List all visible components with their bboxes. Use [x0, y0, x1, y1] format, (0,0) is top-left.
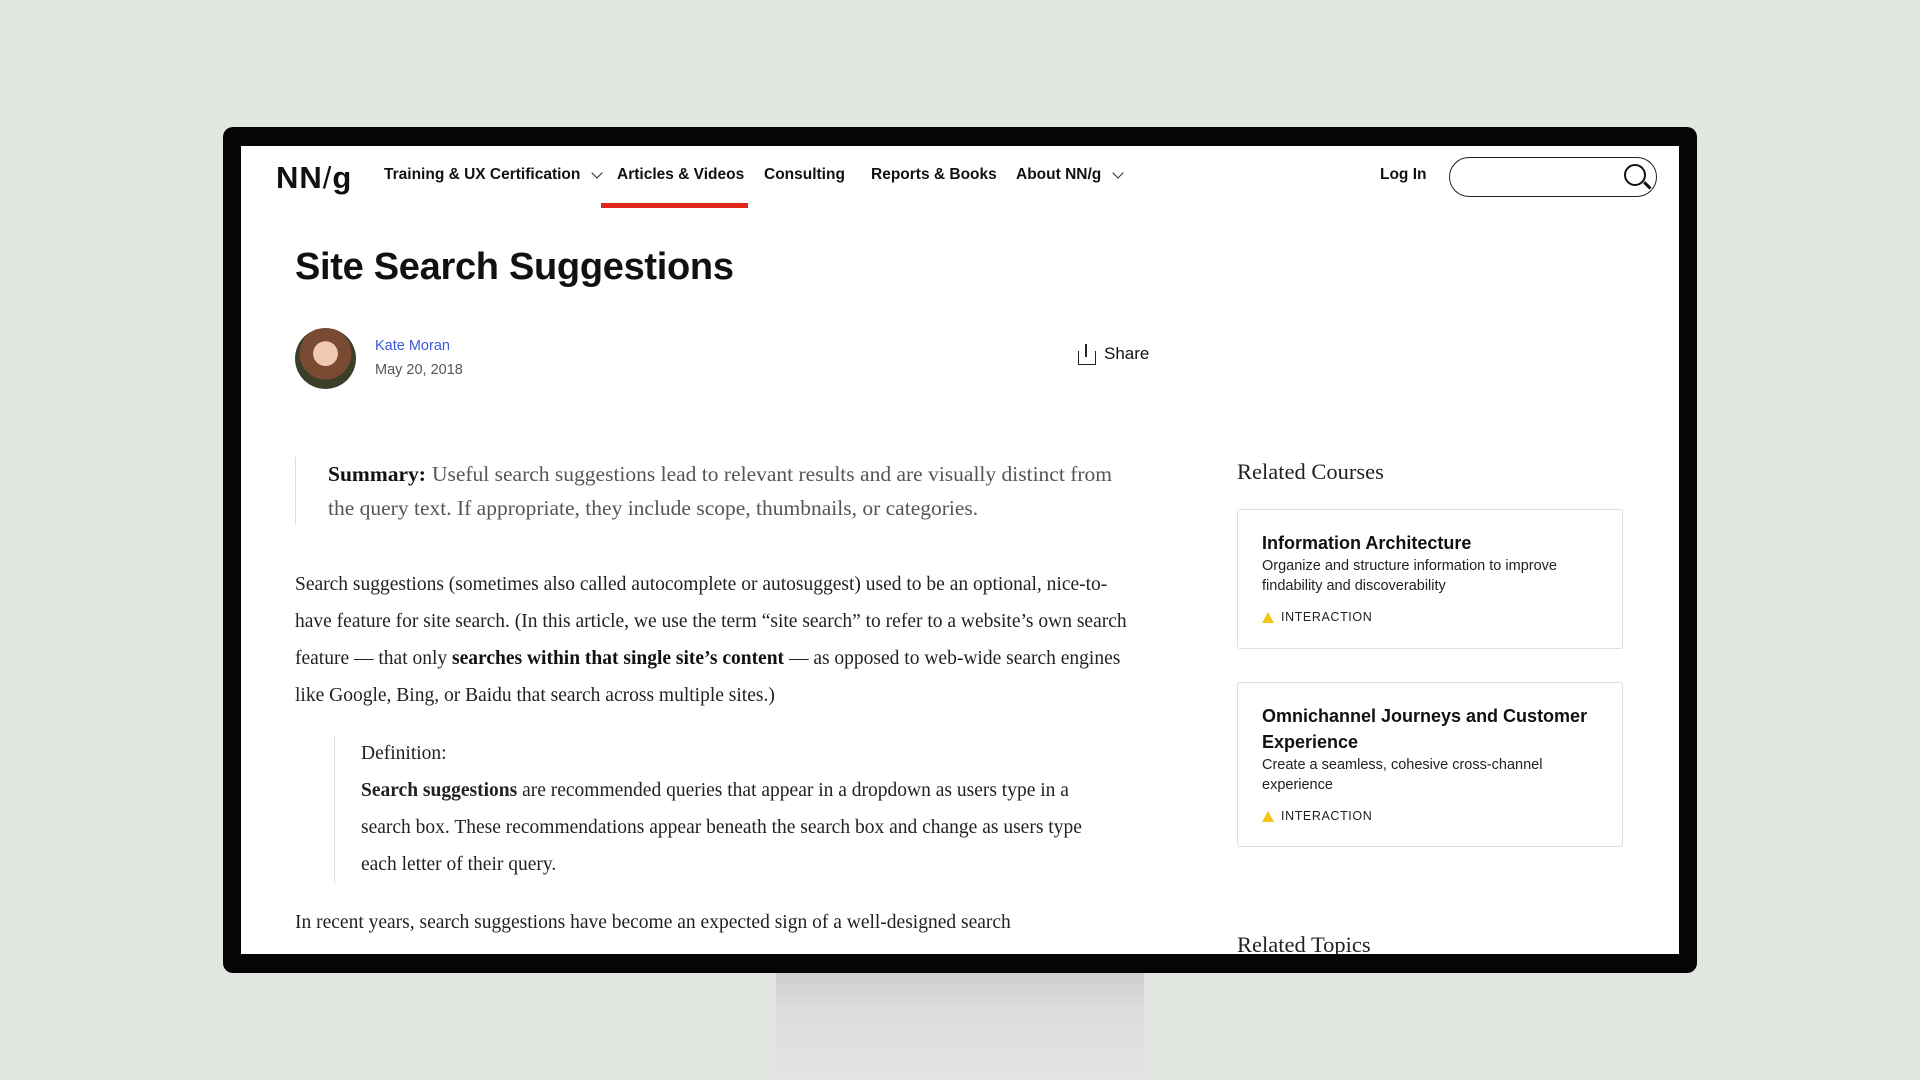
- nav-label: Articles & Videos: [617, 166, 745, 183]
- share-icon: [1078, 344, 1096, 365]
- browser-screen: NN/g Training & UX Certification Article…: [241, 146, 1679, 954]
- triangle-icon: [1262, 611, 1274, 623]
- article-paragraph: In recent years, search suggestions have…: [295, 912, 1011, 933]
- course-description: Create a seamless, cohesive cross-channe…: [1262, 757, 1543, 793]
- course-card[interactable]: Information Architecture Organize and st…: [1237, 509, 1623, 649]
- login-link[interactable]: Log In: [1380, 166, 1427, 184]
- chevron-down-icon: [591, 166, 604, 179]
- bold-text: searches within that single site’s conte…: [452, 648, 785, 669]
- nav-label: Reports & Books: [871, 166, 997, 183]
- share-button[interactable]: Share: [1078, 344, 1150, 365]
- nav-about[interactable]: About NN/g: [1016, 166, 1124, 184]
- nav-label: Consulting: [764, 166, 845, 183]
- share-label: Share: [1104, 344, 1150, 363]
- nav-reports-books[interactable]: Reports & Books: [871, 166, 997, 184]
- author-link[interactable]: Kate Moran: [375, 338, 450, 354]
- author-avatar: [295, 328, 356, 389]
- definition-text: Search suggestions are recommended queri…: [361, 772, 1114, 883]
- definition-block: Definition: Search suggestions are recom…: [334, 735, 1114, 883]
- course-title[interactable]: Information Architecture: [1262, 530, 1598, 556]
- nav-label: Training & UX Certification: [384, 166, 581, 183]
- publish-date: May 20, 2018: [375, 362, 463, 378]
- summary-text: Useful search suggestions lead to releva…: [328, 462, 1112, 520]
- nav-label: About NN/g: [1016, 166, 1102, 183]
- article-summary: Summary: Useful search suggestions lead t…: [295, 457, 1125, 525]
- course-tag: INTERACTION: [1262, 610, 1598, 624]
- logo-text-g: g: [332, 160, 353, 195]
- article-paragraph: Search suggestions (sometimes also calle…: [295, 566, 1135, 714]
- nav-training[interactable]: Training & UX Certification: [384, 166, 604, 184]
- summary-label: Summary:: [328, 462, 426, 486]
- page-title: Site Search Suggestions: [295, 246, 734, 288]
- nav-articles-videos[interactable]: Articles & Videos: [617, 166, 744, 184]
- logo-slash: /: [322, 160, 333, 195]
- tag-label: INTERACTION: [1281, 610, 1373, 624]
- search-icon[interactable]: [1624, 164, 1646, 186]
- course-title[interactable]: Omnichannel Journeys and Customer Experi…: [1262, 703, 1598, 755]
- related-courses-heading: Related Courses: [1237, 459, 1384, 484]
- logo-text: NN: [276, 160, 323, 195]
- nng-logo[interactable]: NN/g: [276, 160, 352, 196]
- search-input[interactable]: [1449, 157, 1657, 197]
- nav-consulting[interactable]: Consulting: [764, 166, 845, 184]
- related-topics-heading: Related Topics: [1237, 932, 1371, 954]
- chevron-down-icon: [1112, 166, 1124, 179]
- definition-label: Definition:: [361, 743, 447, 764]
- tag-label: INTERACTION: [1281, 809, 1373, 823]
- course-description: Organize and structure information to im…: [1262, 558, 1557, 594]
- course-card[interactable]: Omnichannel Journeys and Customer Experi…: [1237, 682, 1623, 847]
- course-tag: INTERACTION: [1262, 809, 1598, 823]
- monitor-stand: [776, 960, 1144, 1080]
- triangle-icon: [1262, 810, 1274, 822]
- bold-text: Search suggestions: [361, 780, 518, 801]
- active-nav-indicator: [601, 203, 748, 208]
